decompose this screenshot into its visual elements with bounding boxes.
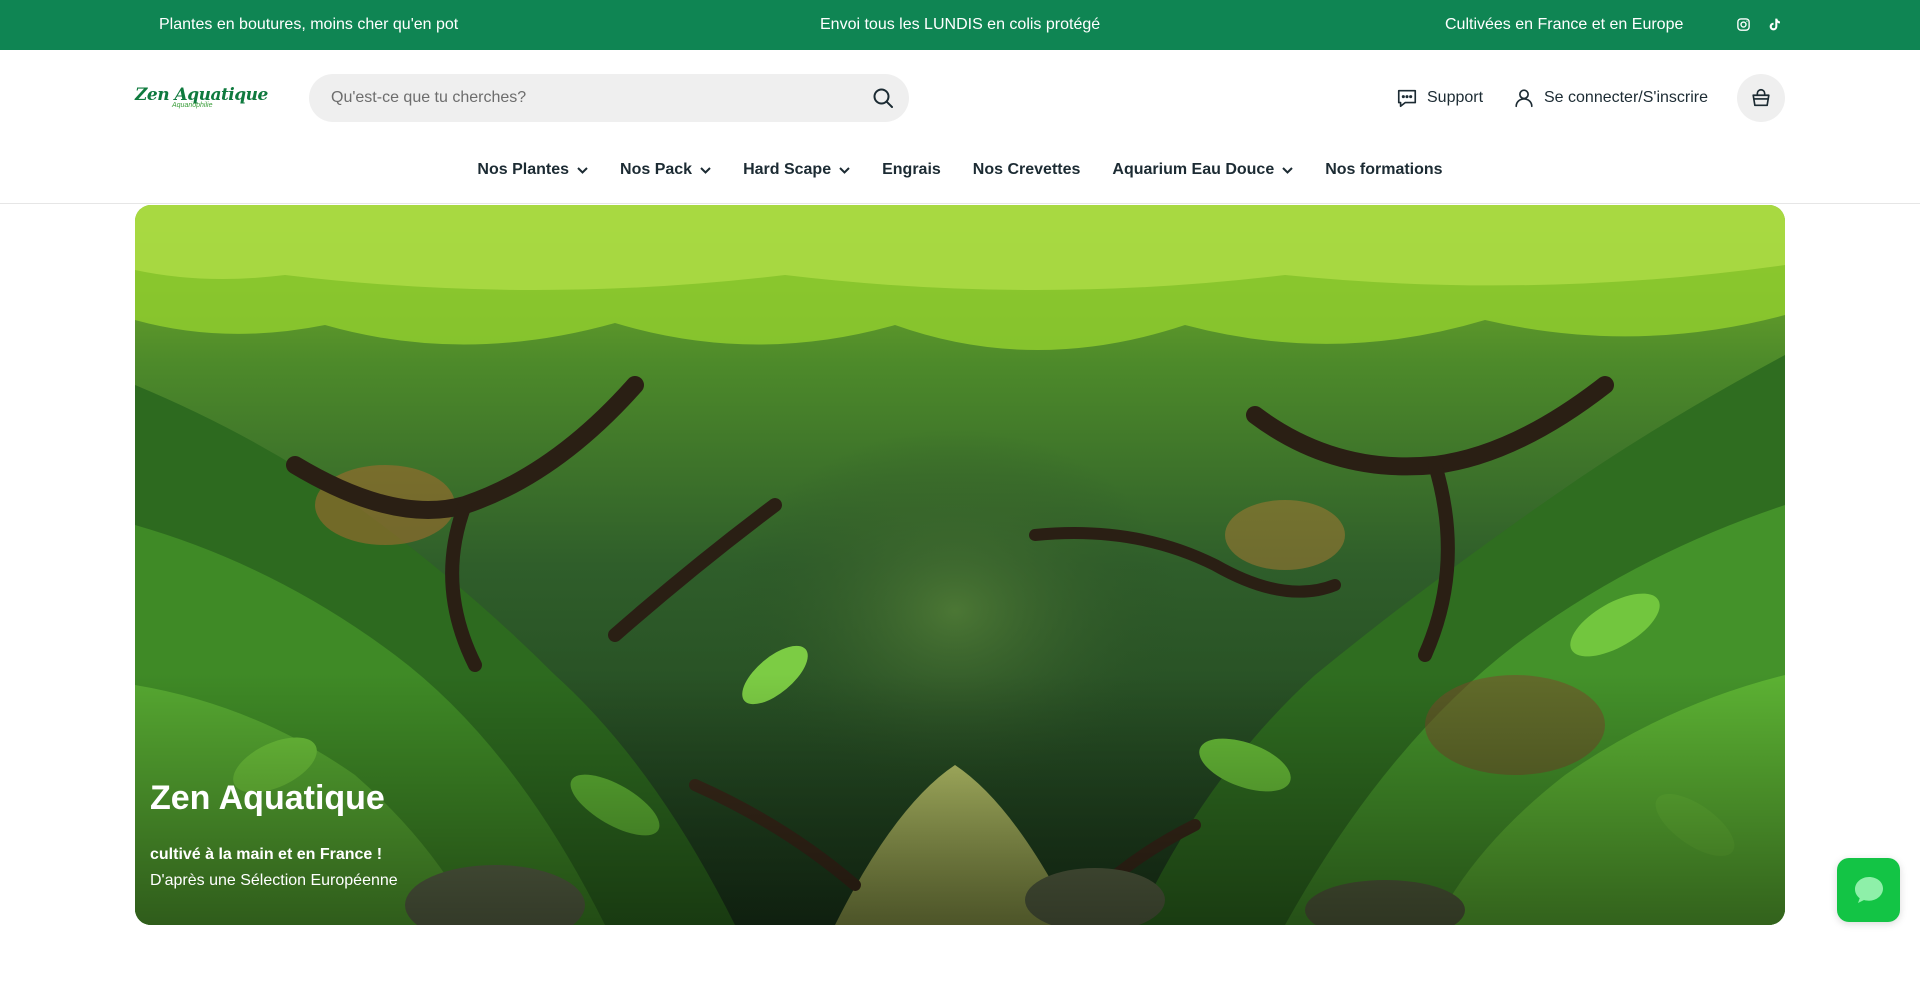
instagram-icon[interactable]: [1734, 15, 1752, 33]
announcement-bar: Plantes en boutures, moins cher qu'en po…: [0, 0, 1920, 50]
announcement-message-1: Plantes en boutures, moins cher qu'en po…: [159, 16, 459, 33]
hero-banner: Zen Aquatique cultivé à la main et en Fr…: [135, 205, 1785, 925]
chevron-down-icon: [1282, 166, 1293, 174]
nav-label: Aquarium Eau Douce: [1112, 161, 1275, 178]
announcement-message-2: Envoi tous les LUNDIS en colis protégé: [820, 16, 1101, 33]
nav-item-nos-plantes[interactable]: Nos Plantes: [477, 158, 588, 182]
chat-widget-button[interactable]: [1837, 858, 1900, 922]
hero-title: Zen Aquatique: [150, 779, 385, 817]
nav-label: Engrais: [882, 161, 941, 178]
tiktok-icon[interactable]: [1766, 15, 1784, 33]
chevron-down-icon: [839, 166, 850, 174]
account-link[interactable]: Se connecter/S'inscrire: [1513, 74, 1708, 122]
support-link[interactable]: Support: [1396, 74, 1483, 122]
announcement-message-3: Cultivées en France et en Europe: [1445, 16, 1684, 33]
account-label: Se connecter/S'inscrire: [1544, 89, 1709, 106]
search-icon[interactable]: [871, 86, 895, 110]
support-chat-icon: [1397, 89, 1417, 108]
nav-item-nos-pack[interactable]: Nos Pack: [620, 158, 711, 182]
search-bar: [309, 74, 909, 122]
hero-tagline-bold: cultivé à la main et en France !: [150, 846, 383, 863]
nav-label: Nos Plantes: [477, 161, 570, 178]
cart-button[interactable]: [1737, 74, 1785, 122]
nav-item-nos-crevettes[interactable]: Nos Crevettes: [973, 158, 1081, 182]
nav-item-engrais[interactable]: Engrais: [882, 158, 941, 182]
nav-item-hard-scape[interactable]: Hard Scape: [743, 158, 850, 182]
main-navigation: Nos Plantes Nos Pack Hard Scape Engrais …: [0, 158, 1920, 182]
logo[interactable]: Zen Aquatique Aquariophilie: [135, 85, 268, 115]
user-icon: [1515, 89, 1533, 108]
nav-label: Hard Scape: [743, 161, 832, 178]
nav-item-aquarium-eau-douce[interactable]: Aquarium Eau Douce: [1112, 158, 1293, 182]
shopping-bag-icon: [1752, 88, 1770, 107]
chevron-down-icon: [577, 166, 588, 174]
search-input[interactable]: [331, 74, 851, 122]
logo-subtitle: Aquariophilie: [172, 102, 213, 109]
chevron-down-icon: [700, 166, 711, 174]
nav-item-nos-formations[interactable]: Nos formations: [1325, 158, 1442, 182]
chat-bubble-icon: [1854, 877, 1883, 903]
nav-label: Nos Crevettes: [972, 161, 1081, 178]
nav-label: Nos formations: [1325, 161, 1443, 178]
support-label: Support: [1427, 89, 1484, 106]
site-header: Zen Aquatique Aquariophilie Support Se c…: [0, 50, 1920, 204]
nav-label: Nos Pack: [620, 161, 693, 178]
hero-tagline: D'après une Sélection Européenne: [150, 872, 398, 889]
